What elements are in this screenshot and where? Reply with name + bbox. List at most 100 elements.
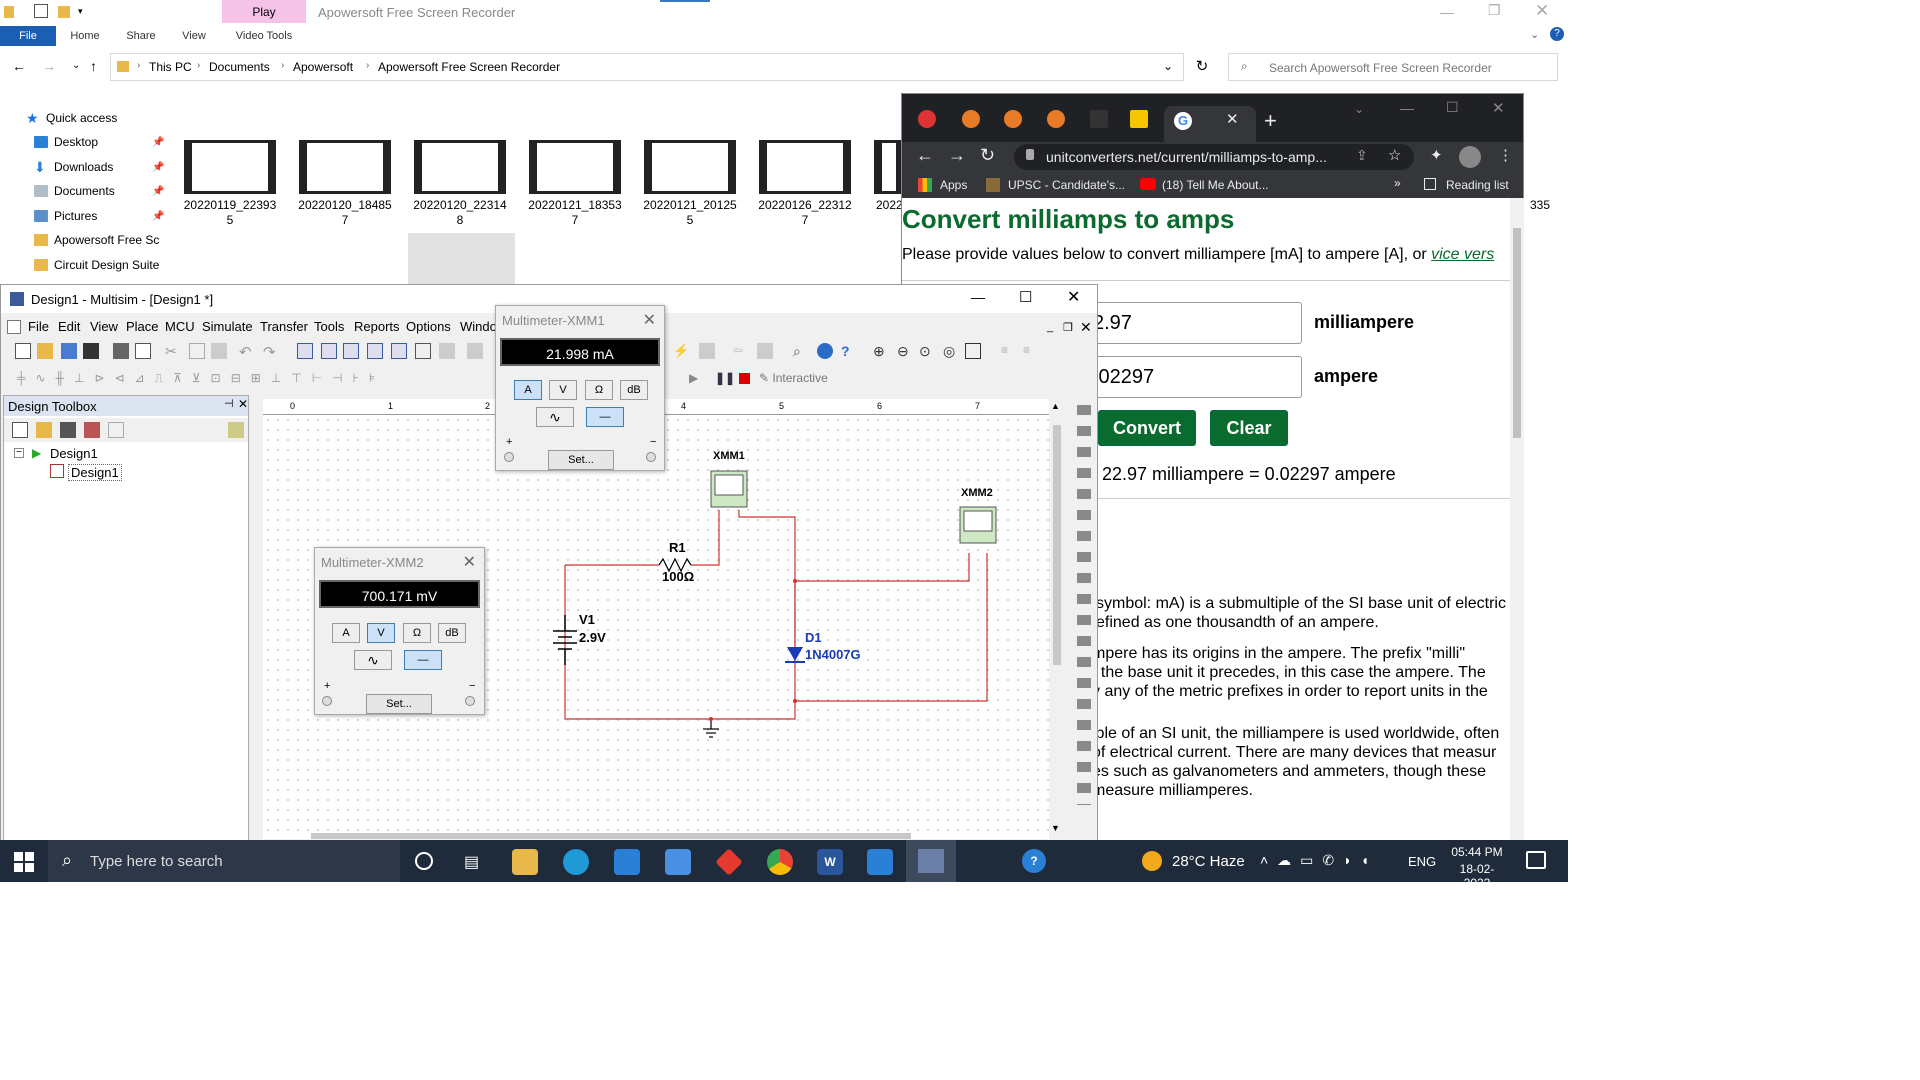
probe-settings-icon[interactable] xyxy=(699,343,715,359)
address-bar[interactable]: › This PC › Documents › Apowersoft › Apo… xyxy=(110,53,1184,81)
taskbar-search-box[interactable]: ⌕ Type here to search xyxy=(48,840,400,882)
erc-icon[interactable] xyxy=(439,343,455,359)
refresh-icon[interactable]: ↻ xyxy=(1188,53,1216,81)
quick-access-toolbar[interactable]: ▾ xyxy=(4,4,94,20)
ac-button[interactable]: ∿ xyxy=(354,650,392,670)
menu-options[interactable]: Options xyxy=(406,319,451,334)
forward-icon[interactable]: → xyxy=(42,58,56,74)
share-icon[interactable]: ⇪ xyxy=(1356,147,1368,164)
file-item[interactable]: 2022 xyxy=(872,140,902,232)
tab-home[interactable]: Home xyxy=(60,26,110,46)
ohmmeter-mode-button[interactable]: Ω xyxy=(585,380,613,400)
bookmark-upsc[interactable]: UPSC - Candidate's... xyxy=(1008,178,1125,192)
maximize-icon[interactable]: ☐ xyxy=(1446,99,1459,116)
recorder-taskbar-icon[interactable] xyxy=(867,849,893,875)
weather-text[interactable]: 28°C Haze xyxy=(1172,853,1245,870)
notification-icon[interactable] xyxy=(1526,851,1546,869)
save-icon[interactable] xyxy=(60,422,76,438)
vice-versa-link[interactable]: vice vers xyxy=(1431,246,1494,263)
active-tab[interactable]: G ✕ xyxy=(1164,106,1256,142)
stop-icon[interactable] xyxy=(739,373,750,384)
pin-icon[interactable]: ⊣ xyxy=(224,397,234,410)
breadcrumb-current-folder[interactable]: Apowersoft Free Screen Recorder xyxy=(378,60,560,74)
ampere-input[interactable]: .02297 xyxy=(1082,356,1302,398)
probe-icon[interactable]: ⚡ xyxy=(673,343,689,359)
instruments-toolbar[interactable] xyxy=(1073,403,1095,843)
open-icon[interactable] xyxy=(36,422,52,438)
tab-file[interactable]: File xyxy=(0,26,56,46)
pause-icon[interactable]: ❚❚ xyxy=(715,371,735,385)
grapher-icon[interactable] xyxy=(391,343,407,359)
help-taskbar-icon[interactable]: ? xyxy=(1022,849,1046,873)
minimize-icon[interactable]: — xyxy=(971,289,985,305)
delete-icon[interactable] xyxy=(108,422,124,438)
file-item[interactable]: 20220120_22314 8 xyxy=(412,140,508,232)
menu-place[interactable]: Place xyxy=(126,319,159,334)
align-icon[interactable]: ≡ xyxy=(1001,343,1017,359)
properties-icon[interactable] xyxy=(34,4,48,18)
dc-button[interactable]: ― xyxy=(404,650,442,670)
positive-terminal[interactable] xyxy=(504,452,514,462)
new-folder-icon[interactable] xyxy=(58,6,70,18)
file-item[interactable]: 20220119_22393 5 xyxy=(182,140,278,232)
chrome-taskbar-icon[interactable] xyxy=(767,849,793,875)
scroll-up-icon[interactable]: ▲ xyxy=(1051,401,1060,411)
tree-design1-root[interactable]: Design1 xyxy=(50,446,98,461)
menu-view[interactable]: View xyxy=(90,319,118,334)
clock[interactable]: 05:44 PM 18-02-2022 xyxy=(1447,845,1507,890)
bookmark-apps[interactable]: Apps xyxy=(940,178,967,192)
scrollbar-thumb[interactable] xyxy=(1513,228,1521,438)
set-button[interactable]: Set... xyxy=(366,694,432,714)
run-icon[interactable]: ▶ xyxy=(689,371,703,385)
copy-icon[interactable] xyxy=(189,343,205,359)
tab-favicon-icon[interactable] xyxy=(1090,110,1108,128)
dc-button[interactable]: ― xyxy=(586,407,624,427)
file-item[interactable]: 20220121_18353 7 xyxy=(527,140,623,232)
scrollbar-thumb[interactable] xyxy=(1053,425,1061,665)
close-icon[interactable]: ✕ xyxy=(1492,99,1505,117)
negative-terminal[interactable] xyxy=(465,696,475,706)
instrument-icons[interactable] xyxy=(1077,405,1091,805)
tree-collapse-icon[interactable]: − xyxy=(14,448,24,458)
b-favicon-icon[interactable] xyxy=(962,110,980,128)
multisim-taskbar-button[interactable] xyxy=(906,840,956,882)
open-sample-icon[interactable] xyxy=(61,343,77,359)
components-toolbar[interactable]: ╪∿╫⊥⊳⊲⊿⎍⊼⊻⊡⊟⊞⊥⊤⊢⊣⊦⊧ xyxy=(17,371,493,389)
profile-avatar[interactable] xyxy=(1459,146,1481,168)
menu-simulate[interactable]: Simulate xyxy=(202,319,253,334)
close-icon[interactable]: ✕ xyxy=(643,310,656,330)
page-scrollbar[interactable] xyxy=(1510,198,1524,841)
voltmeter-mode-button[interactable]: V xyxy=(367,623,395,643)
print-icon[interactable] xyxy=(113,343,129,359)
task-view-icon[interactable]: ▤ xyxy=(464,852,479,872)
language-indicator[interactable]: ENG xyxy=(1408,854,1436,869)
close-icon[interactable]: ✕ xyxy=(1535,1,1549,21)
back-icon[interactable]: ← xyxy=(916,145,934,166)
nav-apowersoft[interactable]: Apowersoft Free Sc xyxy=(34,229,159,251)
ac-button[interactable]: ∿ xyxy=(536,407,574,427)
tab-view[interactable]: View xyxy=(172,26,216,46)
close-tab-icon[interactable]: ✕ xyxy=(1226,110,1239,128)
database-icon[interactable] xyxy=(343,343,359,359)
paste-icon[interactable] xyxy=(211,343,227,359)
new-tab-icon[interactable]: + xyxy=(1264,108,1277,134)
menu-icon[interactable]: ⋮ xyxy=(1498,146,1513,164)
pin-icon[interactable]: 📌 xyxy=(152,137,164,148)
recent-locations-icon[interactable]: ⌄ xyxy=(72,60,80,71)
word-taskbar-icon[interactable]: W xyxy=(817,849,843,875)
new-subcircuit-icon[interactable] xyxy=(84,422,100,438)
close-icon[interactable]: ✕ xyxy=(238,397,248,411)
toolbox-settings-icon[interactable] xyxy=(228,422,244,438)
menu-window[interactable]: Windo xyxy=(460,319,497,334)
tab-search-icon[interactable]: ⌄ xyxy=(1354,102,1364,116)
cortana-icon[interactable] xyxy=(415,852,433,870)
b-favicon-icon[interactable] xyxy=(1004,110,1022,128)
system-tray-icons[interactable]: ˄☁▭✆◗◖ xyxy=(1260,852,1378,869)
positive-terminal[interactable] xyxy=(322,696,332,706)
nav-pictures[interactable]: Pictures 📌 xyxy=(34,205,164,227)
undo-icon[interactable]: ↶ xyxy=(239,343,255,361)
decibel-mode-button[interactable]: dB xyxy=(620,380,648,400)
breadcrumb-documents[interactable]: Documents xyxy=(209,60,270,74)
nav-circuit-design-suite[interactable]: Circuit Design Suite xyxy=(34,254,159,276)
nav-desktop[interactable]: Desktop 📌 xyxy=(34,131,164,153)
